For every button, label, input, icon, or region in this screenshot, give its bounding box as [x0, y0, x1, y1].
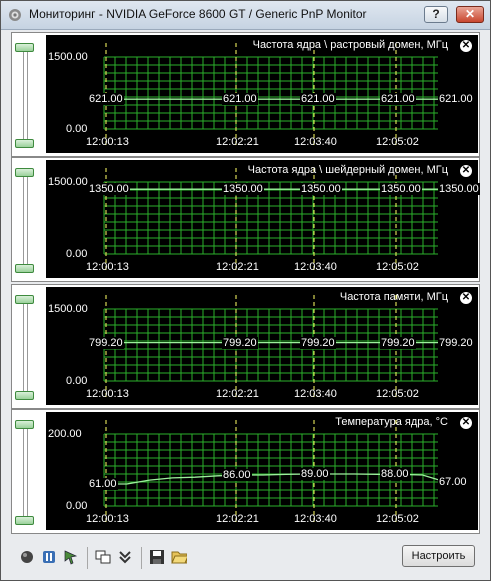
y-axis-max-label: 200.00 — [48, 428, 82, 440]
value-label: 799.20 — [380, 336, 416, 349]
range-min-handle[interactable] — [15, 139, 34, 148]
value-label: 1350.00 — [300, 183, 342, 196]
close-panel-icon[interactable]: ✕ — [460, 417, 472, 429]
close-panel-icon[interactable]: ✕ — [460, 40, 472, 52]
windows-icon[interactable] — [95, 549, 111, 565]
value-label: 621.00 — [222, 93, 258, 106]
y-axis-min-label: 0.00 — [66, 375, 88, 387]
close-panel-icon[interactable]: ✕ — [460, 165, 472, 177]
bottom-toolbar: Настроить — [1, 542, 490, 580]
settings-button[interactable]: Настроить — [402, 545, 475, 567]
y-axis-max-label: 1500.00 — [48, 51, 88, 63]
value-label: 1350.00 — [222, 183, 264, 196]
time-tick-label: 12:02:21 — [216, 261, 259, 273]
range-slider-track[interactable] — [23, 171, 28, 267]
pause-icon[interactable] — [41, 549, 57, 565]
save-icon[interactable] — [149, 549, 165, 565]
toolbar-separator — [87, 547, 88, 569]
time-tick-label: 12:03:40 — [294, 261, 337, 273]
y-axis-min-label: 0.00 — [66, 123, 88, 135]
plot-area: Температура ядра, °C ✕ 200.00 0.00 12:00:13 1… — [46, 412, 478, 530]
time-tick-label: 12:03:40 — [294, 136, 337, 148]
value-label: 799.20 — [88, 336, 124, 349]
cursor-icon[interactable] — [63, 549, 79, 565]
range-min-handle[interactable] — [15, 516, 34, 525]
value-label: 621.00 — [438, 93, 474, 106]
panel-core-raster: Частота ядра \ растровый домен, МГц ✕ 1500… — [11, 32, 480, 157]
y-axis-min-label: 0.00 — [66, 500, 88, 512]
time-tick-label: 12:03:40 — [294, 388, 337, 400]
value-label: 621.00 — [88, 93, 124, 106]
value-label: 799.20 — [300, 336, 336, 349]
time-tick-label: 12:00:13 — [86, 261, 129, 273]
range-max-handle[interactable] — [15, 43, 34, 52]
panel-title: Частота памяти, МГц — [339, 291, 448, 303]
range-slider-track[interactable] — [23, 46, 28, 142]
gear-icon — [9, 9, 21, 21]
value-label: 88.00 — [380, 468, 410, 481]
panel-core-temperature: Температура ядра, °C ✕ 200.00 0.00 12:00:13 1… — [11, 409, 480, 534]
panel-core-shader: Частота ядра \ шейдерный домен, МГц ✕ 1500… — [11, 157, 480, 282]
time-tick-label: 12:05:02 — [376, 136, 419, 148]
time-tick-label: 12:02:21 — [216, 136, 259, 148]
range-max-handle[interactable] — [15, 295, 34, 304]
window-title: Мониторинг - NVIDIA GeForce 8600 GT / Ge… — [29, 7, 367, 21]
value-label: 86.00 — [222, 469, 252, 481]
time-tick-label: 12:02:21 — [216, 388, 259, 400]
close-button[interactable]: ✕ — [456, 6, 484, 23]
y-axis-max-label: 1500.00 — [48, 176, 88, 188]
plot-area: Частота памяти, МГц ✕ 1500.00 0.00 12:00:13 1… — [46, 287, 478, 405]
record-icon[interactable] — [19, 549, 35, 565]
time-tick-label: 12:00:13 — [86, 388, 129, 400]
range-max-handle[interactable] — [15, 168, 34, 177]
close-panel-icon[interactable]: ✕ — [460, 292, 472, 304]
panel-title: Температура ядра, °C — [335, 416, 448, 428]
value-label: 621.00 — [300, 93, 336, 106]
plot-area: Частота ядра \ шейдерный домен, МГц ✕ 1500… — [46, 160, 480, 278]
time-tick-label: 12:02:21 — [216, 513, 259, 525]
range-max-handle[interactable] — [15, 420, 34, 429]
open-folder-icon[interactable] — [171, 549, 187, 565]
time-tick-label: 12:03:40 — [294, 513, 337, 525]
value-label: 621.00 — [380, 93, 416, 106]
toolbar-separator — [141, 547, 142, 569]
y-axis-max-label: 1500.00 — [48, 303, 88, 315]
value-label: 61.00 — [88, 478, 118, 490]
panel-title: Частота ядра \ шейдерный домен, МГц — [247, 164, 448, 176]
value-label: 799.20 — [438, 336, 474, 349]
time-tick-label: 12:00:13 — [86, 136, 129, 148]
value-label: 1350.00 — [438, 183, 480, 196]
help-button[interactable]: ? — [424, 6, 448, 23]
panel-memory-clock: Частота памяти, МГц ✕ 1500.00 0.00 12:00:13 1… — [11, 284, 480, 409]
time-tick-label: 12:00:13 — [86, 513, 129, 525]
value-label: 89.00 — [300, 468, 330, 480]
range-slider-track[interactable] — [23, 423, 28, 519]
range-min-handle[interactable] — [15, 264, 34, 273]
value-label: 1350.00 — [380, 183, 422, 196]
range-slider-track[interactable] — [23, 298, 28, 394]
y-axis-min-label: 0.00 — [66, 248, 88, 260]
value-label: 67.00 — [438, 475, 468, 488]
value-label: 1350.00 — [88, 183, 130, 196]
panel-title: Частота ядра \ растровый домен, МГц — [252, 39, 448, 51]
range-min-handle[interactable] — [15, 391, 34, 400]
value-label: 799.20 — [222, 336, 258, 349]
time-tick-label: 12:05:02 — [376, 513, 419, 525]
time-tick-label: 12:05:02 — [376, 388, 419, 400]
plot-area: Частота ядра \ растровый домен, МГц ✕ 1500… — [46, 35, 478, 153]
collapse-icon[interactable] — [117, 549, 133, 565]
title-bar[interactable]: Мониторинг - NVIDIA GeForce 8600 GT / Ge… — [1, 1, 490, 30]
time-tick-label: 12:05:02 — [376, 261, 419, 273]
monitoring-window: Мониторинг - NVIDIA GeForce 8600 GT / Ge… — [0, 0, 491, 581]
